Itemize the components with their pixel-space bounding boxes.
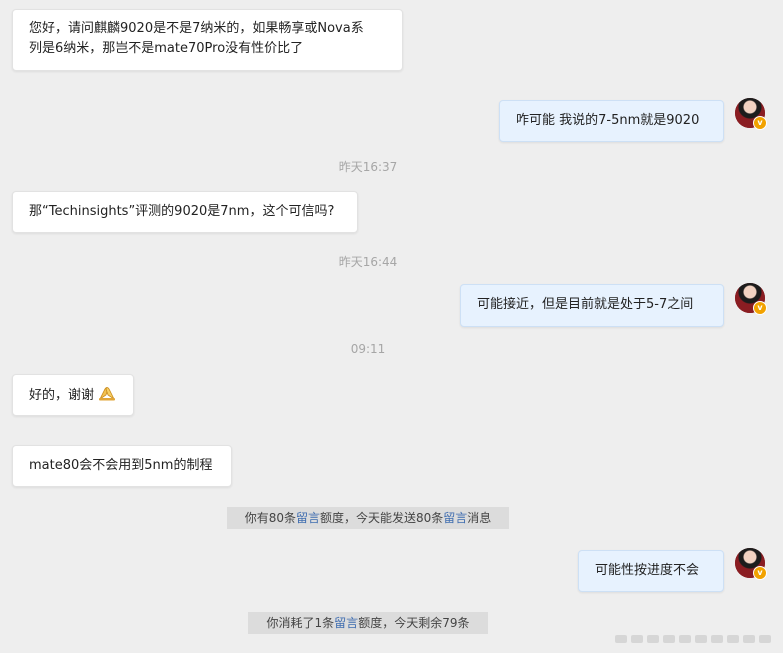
- user-avatar-icon[interactable]: v: [735, 283, 767, 315]
- verified-badge-icon: v: [753, 566, 767, 580]
- message-quota-link[interactable]: 留言: [443, 511, 467, 525]
- timestamp: 昨天16:44: [338, 255, 398, 269]
- notice-text: 额度，今天剩余79条: [358, 616, 470, 630]
- outgoing-message-bubble: 咋可能 我说的7-5nm就是9020: [499, 100, 724, 142]
- notice-text: 你有80条: [244, 511, 296, 525]
- notice-text: 消息: [467, 511, 492, 525]
- message-text: 您好，请问麒麟9020是不是7纳米的，如果畅享或Nova系: [29, 21, 364, 36]
- message-text: 可能接近，但是目前就是处于5-7之间: [477, 297, 694, 312]
- incoming-message-bubble: mate80会不会用到5nm的制程: [12, 445, 232, 487]
- verified-badge-icon: v: [753, 301, 767, 315]
- user-avatar-icon[interactable]: v: [735, 98, 767, 130]
- quota-used-notice: 你消耗了1条留言额度，今天剩余79条: [248, 612, 488, 634]
- message-text: 咋可能 我说的7-5nm就是9020: [516, 113, 700, 128]
- incoming-message-bubble: 好的，谢谢: [12, 374, 134, 416]
- timestamp: 昨天16:37: [338, 160, 398, 174]
- timestamp: 09:11: [350, 342, 386, 356]
- incoming-message-bubble: 那“Techinsights”评测的9020是7nm，这个可信吗?: [12, 191, 358, 233]
- message-quota-link[interactable]: 留言: [296, 511, 320, 525]
- message-text: mate80会不会用到5nm的制程: [29, 458, 213, 473]
- message-text: 好的，谢谢: [29, 388, 95, 403]
- quota-notice: 你有80条留言额度，今天能发送80条留言消息: [227, 507, 509, 529]
- verified-badge-icon: v: [753, 116, 767, 130]
- incoming-message-bubble: 您好，请问麒麟9020是不是7纳米的，如果畅享或Nova系 列是6纳米，那岂不是…: [12, 9, 403, 71]
- message-text: 可能性按进度不会: [595, 563, 700, 578]
- outgoing-message-bubble: 可能接近，但是目前就是处于5-7之间: [460, 284, 724, 327]
- watermark: [615, 631, 775, 647]
- user-avatar-icon[interactable]: v: [735, 548, 767, 580]
- message-text: 列是6纳米，那岂不是mate70Pro没有性价比了: [29, 41, 304, 56]
- folded-hands-emoji: [99, 387, 116, 401]
- notice-text: 你消耗了1条: [266, 616, 335, 630]
- message-text: 那“Techinsights”评测的9020是7nm，这个可信吗?: [29, 204, 335, 219]
- outgoing-message-bubble: 可能性按进度不会: [578, 550, 724, 592]
- notice-text: 额度，今天能发送80条: [319, 511, 444, 525]
- message-quota-link[interactable]: 留言: [334, 616, 358, 630]
